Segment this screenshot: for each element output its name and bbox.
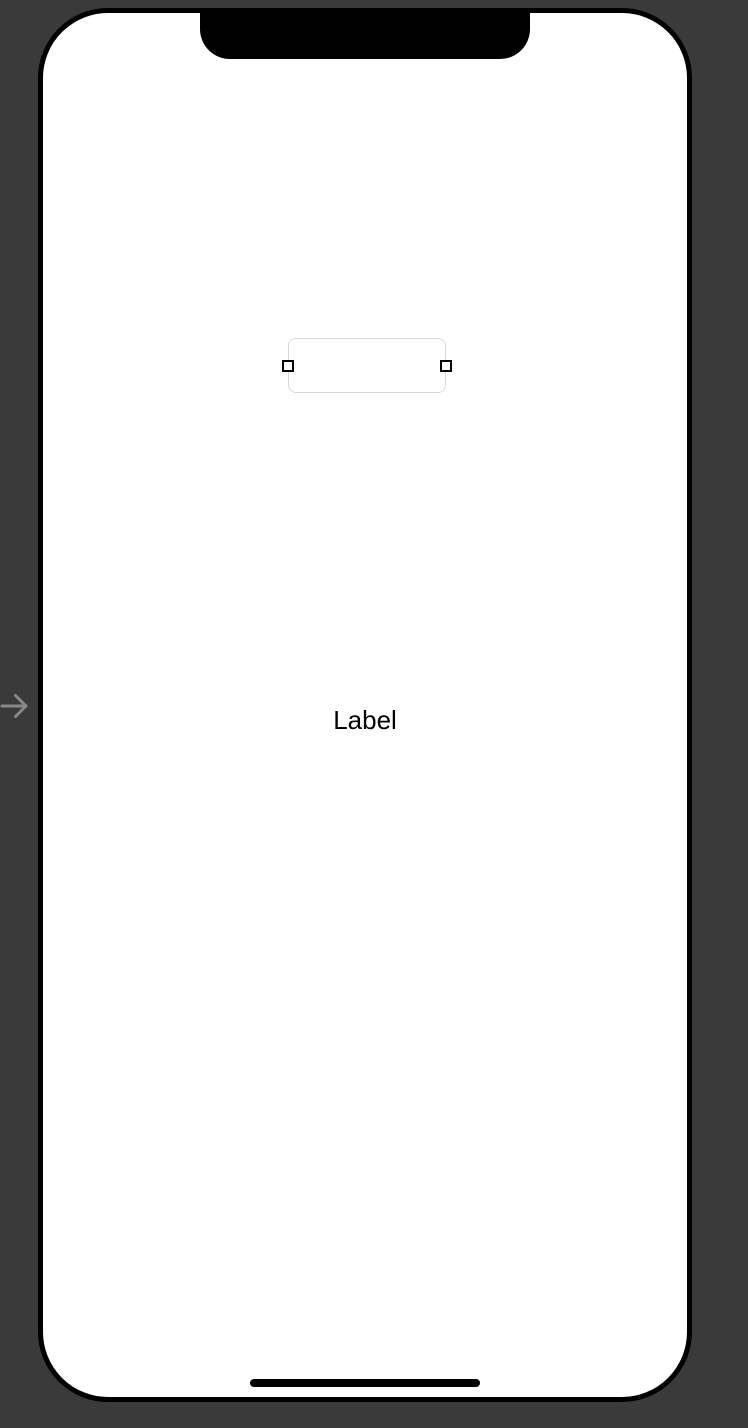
resize-handle-right[interactable] bbox=[440, 360, 452, 372]
device-notch bbox=[200, 11, 530, 59]
selected-ui-element[interactable] bbox=[288, 338, 446, 393]
device-frame: Label bbox=[38, 8, 692, 1402]
resize-handle-left[interactable] bbox=[282, 360, 294, 372]
expand-panel-arrow-icon[interactable] bbox=[0, 688, 32, 724]
home-indicator bbox=[250, 1379, 480, 1387]
label-element[interactable]: Label bbox=[333, 705, 397, 736]
